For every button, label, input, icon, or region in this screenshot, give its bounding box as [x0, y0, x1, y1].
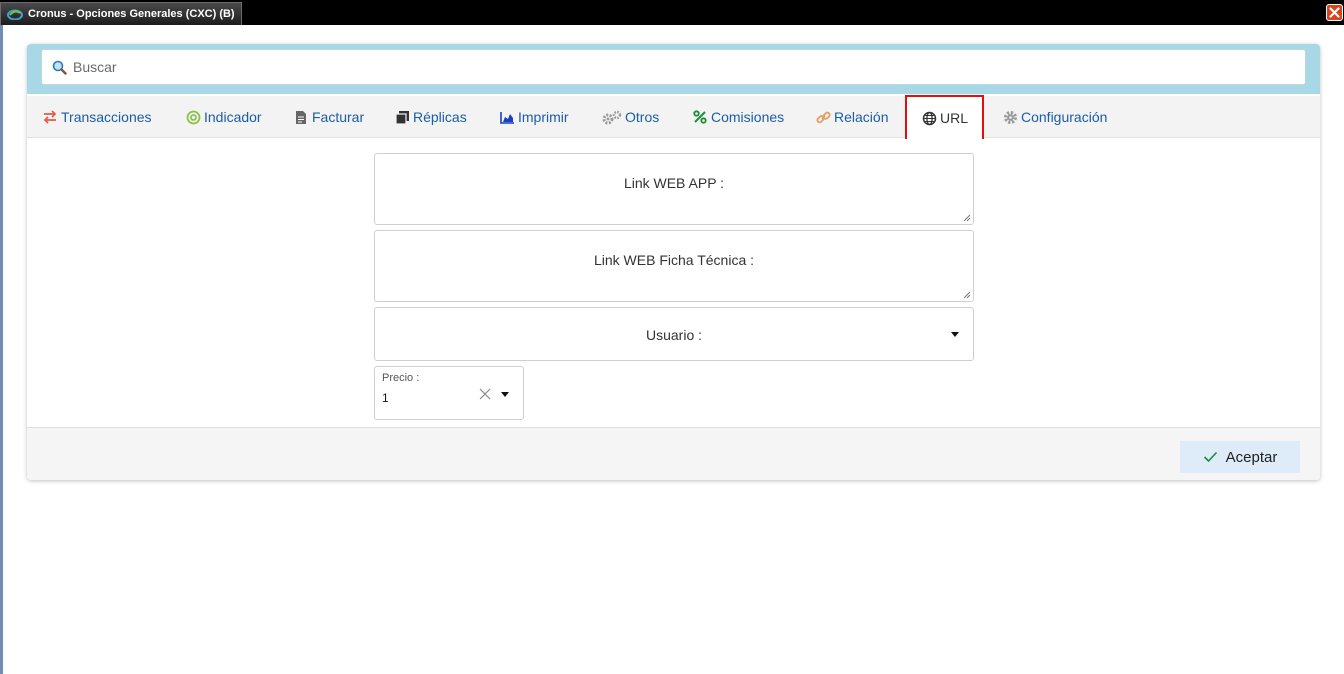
link-icon	[815, 109, 831, 125]
tab-label: Réplicas	[413, 109, 467, 125]
tab-label: Transacciones	[61, 109, 152, 125]
tab-bar: Transacciones Indicador Facturar Réplica…	[27, 95, 1320, 141]
check-icon	[1203, 451, 1217, 463]
tab-label: URL	[940, 110, 969, 126]
tab-label: Otros	[625, 109, 660, 125]
tab-label: Facturar	[312, 109, 365, 125]
search-icon	[52, 60, 67, 75]
tab-label: Comisiones	[711, 109, 785, 125]
dialog-footer: Aceptar	[27, 427, 1320, 480]
tab-indicador[interactable]: Indicador	[185, 96, 262, 138]
tab-comisiones[interactable]: Comisiones	[692, 96, 784, 138]
tab-label: Imprimir	[518, 109, 569, 125]
window-titlebar: Cronus - Opciones Generales (CXC) (B)	[0, 0, 1344, 25]
tab-otros[interactable]: Otros	[602, 96, 659, 138]
tab-label: Relación	[834, 109, 889, 125]
area-chart-icon	[499, 109, 515, 125]
window-left-border	[0, 25, 3, 674]
resize-handle-icon[interactable]	[963, 214, 971, 222]
tab-configuracion[interactable]: Configuración	[1002, 96, 1107, 138]
precio-label: Precio :	[382, 372, 420, 384]
chevron-down-icon[interactable]	[501, 392, 509, 397]
copy-icon	[394, 109, 410, 125]
globe-icon	[921, 110, 937, 126]
arrows-exchange-icon	[42, 109, 58, 125]
options-dialog: Transacciones Indicador Facturar Réplica…	[27, 44, 1320, 480]
tab-relacion[interactable]: Relación	[815, 96, 888, 138]
window-title-tab: Cronus - Opciones Generales (CXC) (B)	[0, 2, 242, 25]
precio-select[interactable]: Precio : 1	[374, 366, 524, 420]
tab-label: Configuración	[1021, 109, 1108, 125]
tab-facturar[interactable]: Facturar	[293, 96, 364, 138]
usuario-label: Usuario :	[645, 327, 703, 343]
link-web-app-label: Link WEB APP :	[623, 175, 725, 191]
tab-label: Indicador	[204, 109, 262, 125]
chevron-down-icon[interactable]	[951, 332, 959, 337]
window-close-button[interactable]	[1326, 4, 1343, 21]
link-web-ficha-label: Link WEB Ficha Técnica :	[593, 252, 755, 268]
accept-button[interactable]: Aceptar	[1180, 441, 1300, 473]
clear-icon[interactable]	[479, 388, 491, 400]
close-icon	[1329, 7, 1340, 18]
url-tab-content: Link WEB APP : Link WEB Ficha Técnica : …	[27, 139, 1320, 427]
search-input[interactable]	[73, 59, 1273, 75]
target-icon	[185, 109, 201, 125]
tab-transacciones[interactable]: Transacciones	[42, 96, 152, 138]
usuario-select[interactable]: Usuario :	[374, 307, 974, 361]
percent-icon	[692, 109, 708, 125]
tab-imprimir[interactable]: Imprimir	[499, 96, 569, 138]
link-web-app-field[interactable]: Link WEB APP :	[374, 153, 974, 225]
search-bar	[27, 44, 1320, 94]
search-box[interactable]	[41, 49, 1306, 85]
precio-value: 1	[382, 391, 389, 405]
resize-handle-icon[interactable]	[963, 291, 971, 299]
link-web-ficha-field[interactable]: Link WEB Ficha Técnica :	[374, 230, 974, 302]
gear-icon	[1002, 109, 1018, 125]
accept-label: Aceptar	[1225, 448, 1278, 466]
document-icon	[293, 109, 309, 125]
tab-url[interactable]: URL	[905, 95, 985, 141]
window-title: Cronus - Opciones Generales (CXC) (B)	[28, 8, 235, 20]
tab-replicas[interactable]: Réplicas	[394, 96, 467, 138]
cronus-app-icon	[7, 8, 23, 20]
gears-icon	[602, 109, 622, 125]
